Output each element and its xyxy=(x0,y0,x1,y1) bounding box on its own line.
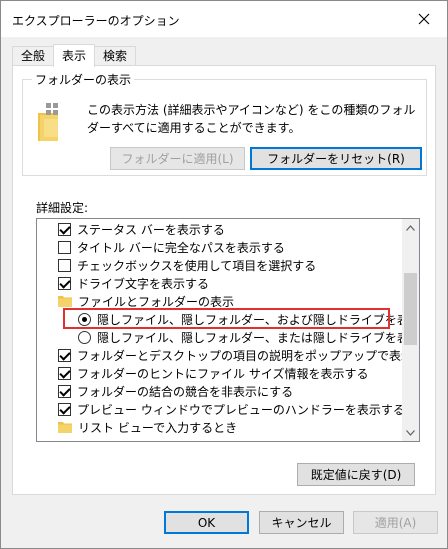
option-show-hidden[interactable]: 隠しファイル、隠しフォルダー、および隠しドライブを表示する xyxy=(78,310,420,328)
advanced-settings-tree[interactable]: ステータス バーを表示する タイトル バーに完全なパスを表示する チェックボック… xyxy=(36,218,420,442)
option-merge-conflicts[interactable]: フォルダーの結合の競合を非表示にする xyxy=(58,382,293,400)
folder-icon xyxy=(58,296,72,307)
option-label: 隠しファイル、隠しフォルダー、または隠しドライブを表示しない xyxy=(97,330,419,345)
checkbox-checked[interactable] xyxy=(58,222,71,236)
option-preview-handlers[interactable]: プレビュー ウィンドウでプレビューのハンドラーを表示する xyxy=(58,400,405,418)
tab-general[interactable]: 全般 xyxy=(12,46,55,66)
restore-defaults-button[interactable]: 既定値に戻す(D) xyxy=(297,463,415,486)
option-full-path-title[interactable]: タイトル バーに完全なパスを表示する xyxy=(58,238,285,256)
checkbox-unchecked[interactable] xyxy=(58,258,71,272)
option-label: フォルダーの結合の競合を非表示にする xyxy=(77,384,294,399)
tab-search[interactable]: 検索 xyxy=(94,46,137,66)
folder-icon xyxy=(58,422,72,433)
close-button[interactable] xyxy=(401,1,447,37)
radio-unselected[interactable] xyxy=(78,330,91,344)
tab-strip: 全般 表示 検索 xyxy=(12,44,137,67)
option-file-size-tips[interactable]: フォルダーのヒントにファイル サイズ情報を表示する xyxy=(58,364,368,382)
option-status-bar[interactable]: ステータス バーを表示する xyxy=(58,220,225,238)
checkbox-checked[interactable] xyxy=(58,276,71,290)
cancel-button[interactable]: キャンセル xyxy=(259,511,344,534)
checkbox-checked[interactable] xyxy=(58,366,71,380)
checkbox-unchecked[interactable] xyxy=(58,240,71,254)
folder-view-legend: フォルダーの表示 xyxy=(32,71,135,88)
option-label: ステータス バーを表示する xyxy=(77,222,225,237)
option-label: 隠しファイル、隠しフォルダー、および隠しドライブを表示する xyxy=(97,312,420,327)
ok-button[interactable]: OK xyxy=(164,511,249,534)
option-label: フォルダーとデスクトップの項目の説明をポップアップで表示する xyxy=(77,348,420,363)
option-popup-descriptions[interactable]: フォルダーとデスクトップの項目の説明をポップアップで表示する xyxy=(58,346,420,364)
vertical-scrollbar[interactable] xyxy=(402,219,419,441)
checkbox-checked[interactable] xyxy=(58,384,71,398)
folder-view-description: この表示方法 (詳細表示やアイコンなど) をこの種類のフォルダーすべてに適用する… xyxy=(87,103,416,135)
explorer-options-dialog: エクスプローラーのオプション 全般 表示 検索 フォルダーの表示 この表示方法 … xyxy=(0,0,448,549)
option-label: プレビュー ウィンドウでプレビューのハンドラーを表示する xyxy=(77,402,405,417)
window-title: エクスプローラーのオプション xyxy=(12,14,180,28)
option-label: フォルダーのヒントにファイル サイズ情報を表示する xyxy=(77,366,369,381)
advanced-settings-label: 詳細設定: xyxy=(36,201,89,215)
chevron-down-icon xyxy=(406,429,415,436)
checkbox-checked[interactable] xyxy=(58,348,71,362)
option-label: チェックボックスを使用して項目を選択する xyxy=(77,258,317,273)
group-label: リスト ビューで入力するとき xyxy=(78,420,238,435)
scroll-down-button[interactable] xyxy=(402,424,419,441)
option-drive-letters[interactable]: ドライブ文字を表示する xyxy=(58,274,209,292)
group-list-view-typing: リスト ビューで入力するとき xyxy=(58,418,237,436)
apply-to-folders-button[interactable]: フォルダーに適用(L) xyxy=(110,147,245,170)
radio-selected[interactable] xyxy=(78,312,91,326)
chevron-up-icon xyxy=(406,224,415,231)
option-hide-hidden[interactable]: 隠しファイル、隠しフォルダー、または隠しドライブを表示しない xyxy=(78,328,419,346)
close-icon xyxy=(418,13,430,25)
title-bar: エクスプローラーのオプション xyxy=(1,1,447,37)
scrollbar-thumb[interactable] xyxy=(404,273,417,345)
option-use-checkboxes[interactable]: チェックボックスを使用して項目を選択する xyxy=(58,256,316,274)
folder-view-icon xyxy=(38,103,58,141)
option-label: タイトル バーに完全なパスを表示する xyxy=(77,240,285,255)
tab-view[interactable]: 表示 xyxy=(53,44,96,67)
checkbox-checked[interactable] xyxy=(58,402,71,416)
group-label: ファイルとフォルダーの表示 xyxy=(78,294,235,309)
apply-button[interactable]: 適用(A) xyxy=(353,511,438,534)
reset-folders-button[interactable]: フォルダーをリセット(R) xyxy=(250,147,422,170)
scroll-up-button[interactable] xyxy=(402,219,419,236)
group-files-and-folders: ファイルとフォルダーの表示 xyxy=(58,292,234,310)
option-label: ドライブ文字を表示する xyxy=(77,276,210,291)
